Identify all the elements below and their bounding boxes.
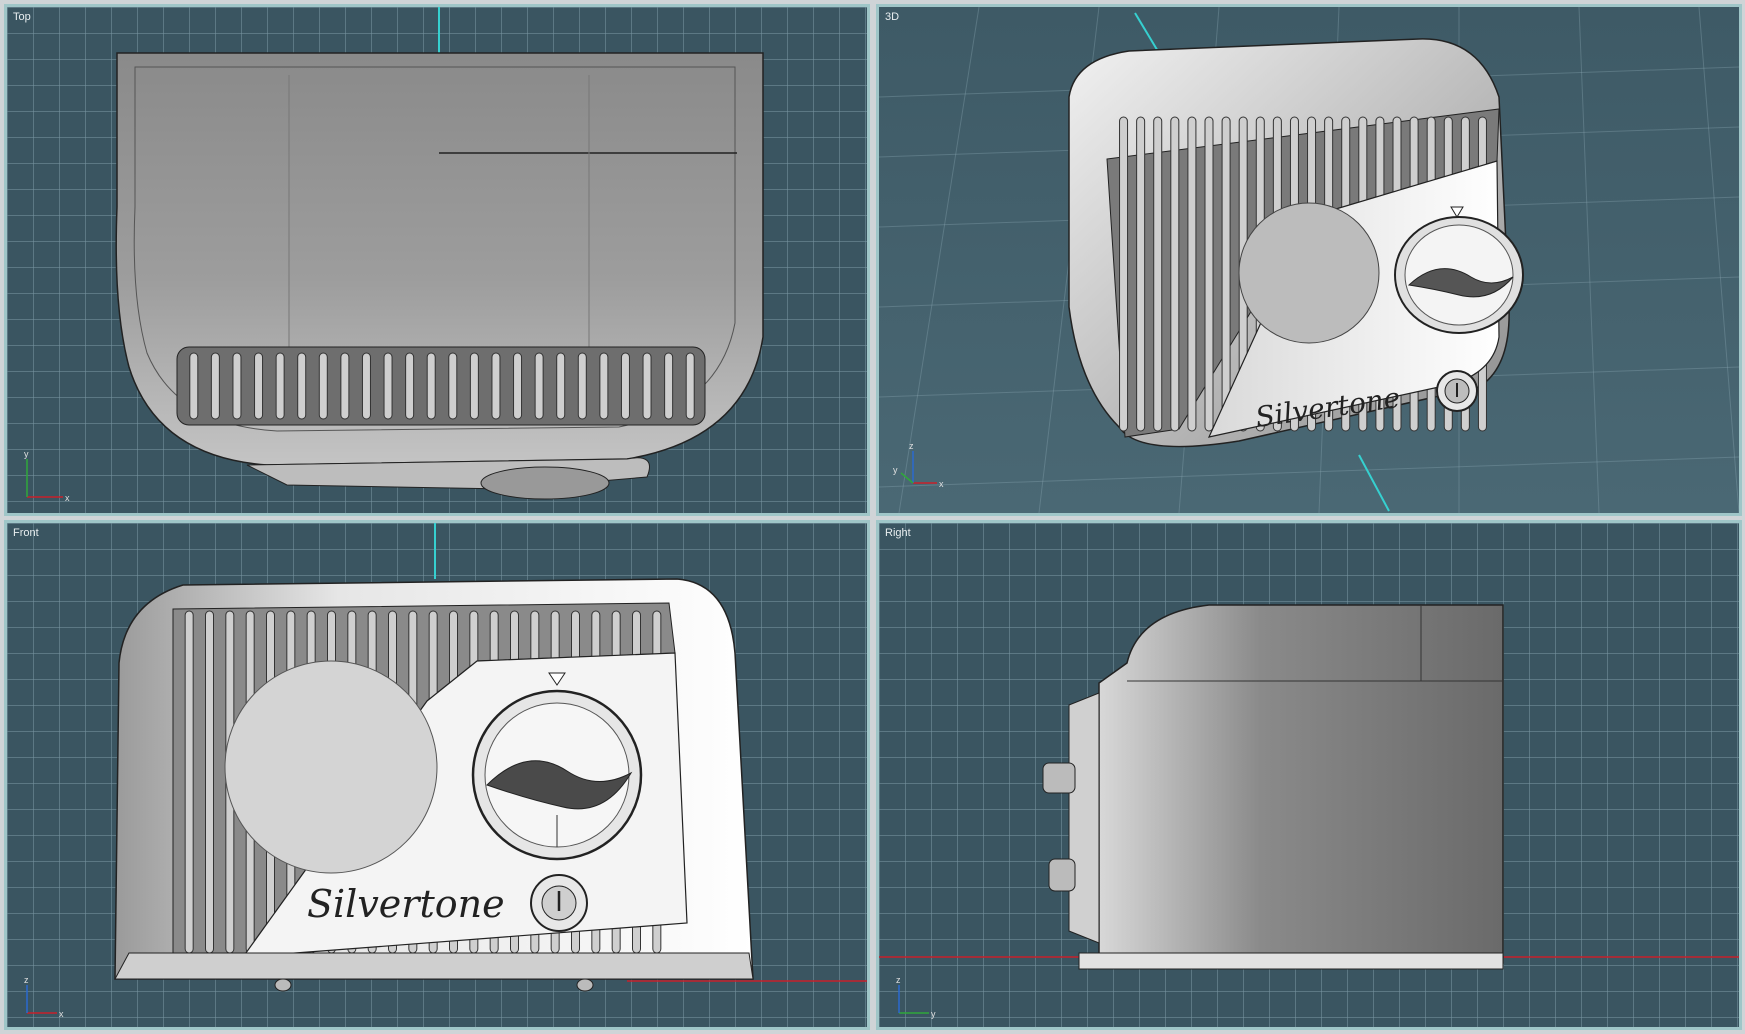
foot-right: [576, 978, 594, 992]
volume-knob: [530, 874, 588, 932]
viewport-label-front[interactable]: Front: [13, 527, 39, 539]
axis-label-3d-y: y: [893, 465, 898, 475]
grille-rib: [210, 352, 220, 420]
grille-rib: [1204, 116, 1214, 432]
grille-rib: [577, 352, 587, 420]
viewport-label-3d[interactable]: 3D: [885, 11, 899, 23]
grille-ribs-top: [176, 346, 706, 426]
grille-rib: [620, 352, 630, 420]
cabinet-base: [114, 952, 754, 980]
grille-rib: [232, 352, 242, 420]
grille-rib: [1221, 116, 1231, 432]
grille-rib: [1187, 116, 1197, 432]
grille-rib: [275, 352, 285, 420]
grille-rib: [426, 352, 436, 420]
grille-rib: [340, 352, 350, 420]
grille-rib: [556, 352, 566, 420]
grille-rib: [1119, 116, 1129, 432]
knob-top: [480, 466, 610, 500]
grille-rib: [205, 610, 214, 954]
viewport-front[interactable]: Front Silvertone x z: [4, 520, 870, 1030]
viewport-label-right[interactable]: Right: [885, 527, 911, 539]
axis-label-3d-z: z: [909, 441, 914, 451]
world-axis-line-1: [1134, 12, 1160, 54]
right-view-model: y z: [879, 604, 1739, 1019]
grille-rib: [405, 352, 415, 420]
top-view-model: x y: [24, 7, 764, 503]
speaker-cone-3d: [1238, 202, 1380, 344]
grille-rib: [1170, 116, 1180, 432]
grille-rib: [448, 352, 458, 420]
axis-triad-right: y z: [896, 975, 936, 1019]
grille-rib: [383, 352, 393, 420]
foot-left: [274, 978, 292, 992]
axis-triad-top: x y: [24, 449, 70, 503]
speaker-cone: [224, 660, 438, 874]
grille-rib: [642, 352, 652, 420]
grille-rib: [254, 352, 264, 420]
perspective-view-model: Silvertone x z y: [879, 7, 1739, 513]
axis-label-right-z: z: [896, 975, 901, 985]
axis-label-x: x: [65, 493, 70, 503]
front-view-model: Silvertone x z: [24, 523, 867, 1019]
viewport-3d[interactable]: 3D Silvertone x z y: [876, 4, 1742, 516]
grille-rib: [685, 352, 695, 420]
viewport-label-top[interactable]: Top: [13, 11, 31, 23]
grille-rib: [599, 352, 609, 420]
knob-side-upper: [1042, 762, 1076, 794]
axis-label-front-z: z: [24, 975, 29, 985]
axis-label-y: y: [24, 449, 29, 459]
viewport-right[interactable]: Right y z: [876, 520, 1742, 1030]
grille-rib: [513, 352, 523, 420]
axis-label-right-y: y: [931, 1009, 936, 1019]
axis-label-front-x: x: [59, 1009, 64, 1019]
axis-triad-front: x z: [24, 975, 64, 1019]
volume-knob-3d: [1436, 370, 1478, 412]
grille-rib: [1153, 116, 1163, 432]
grille-rib: [318, 352, 328, 420]
viewport-layout: Top x y 3D Silvertone x z y Front Silver…: [0, 0, 1745, 1034]
axis-triad-3d: x z y: [893, 441, 944, 489]
grille-rib: [534, 352, 544, 420]
grille-rib: [491, 352, 501, 420]
viewport-top[interactable]: Top x y: [4, 4, 870, 516]
grille-rib: [664, 352, 674, 420]
brand-logo: Silvertone: [307, 882, 505, 926]
dial-side-profile: [1068, 692, 1100, 944]
cabinet-side-base: [1078, 952, 1504, 970]
grille-rib: [189, 352, 199, 420]
grille-rib: [361, 352, 371, 420]
brand-text-front: Silvertone: [307, 882, 505, 926]
grille-rib: [184, 610, 194, 954]
axis-label-3d-x: x: [939, 479, 944, 489]
grille-rib: [297, 352, 307, 420]
world-axis-line-2: [1358, 454, 1390, 512]
grille-rib: [1136, 116, 1146, 432]
grille-rib: [469, 352, 479, 420]
cabinet-side: [1098, 604, 1504, 964]
knob-side-lower: [1048, 858, 1076, 892]
